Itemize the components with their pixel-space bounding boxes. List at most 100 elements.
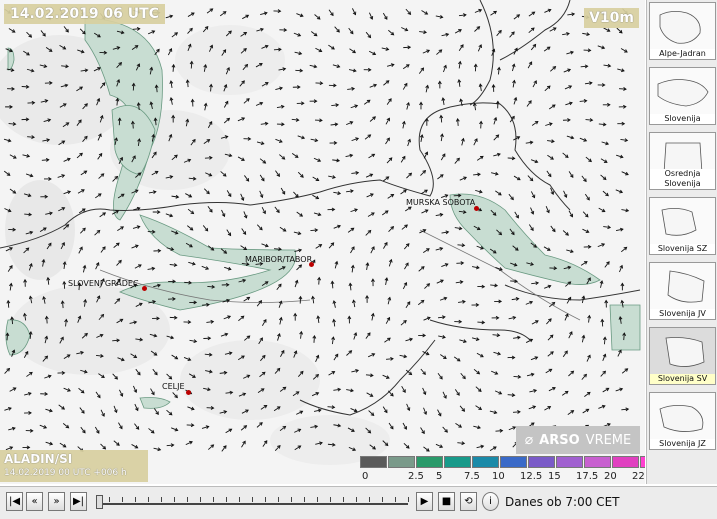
legend-label: 7.5 [464,471,480,482]
slider-tick [265,497,266,502]
legend-label: 10 [492,471,505,482]
legend-label: 5 [436,471,442,482]
fast-forward-icon[interactable]: » [48,492,65,511]
place-label: MURSKA SOBOTA [406,198,475,207]
legend-label: 12.5 [520,471,542,482]
status-text: Danes ob 7:00 CET [505,495,619,509]
legend-label: 20 [604,471,617,482]
slider-tick [382,497,383,502]
stop-icon[interactable]: ■ [438,492,455,511]
slider-tick [330,497,331,502]
slider-handle[interactable] [96,495,103,509]
skip-to-end-icon[interactable]: ▶| [70,492,87,511]
legend-swatch [640,456,645,468]
region-sidebar: Alpe-Jadran Slovenija Osrednja Slovenija Sl… [646,0,717,484]
legend-label: 15 [548,471,561,482]
weather-map: 14.02.2019 06 UTC V10m ALADIN/SI 14.02.2… [0,0,645,484]
city-marker [474,206,479,211]
legend-label: 22.5 [632,471,645,482]
region-thumbnail[interactable]: Slovenija JZ [649,392,716,450]
arso-logo: ⌀ ARSO VREME [516,426,640,454]
slider-track [96,503,408,505]
region-map-icon [652,5,714,49]
place-label: SLOVENJ GRADEC [68,279,139,288]
region-thumbnail-label: Slovenija JV [650,309,715,319]
slider-tick [135,497,136,502]
slider-tick [226,497,227,502]
slider-tick [304,497,305,502]
slider-tick [161,497,162,502]
region-thumbnail-label: Slovenija SV [650,374,715,384]
slider-tick [278,497,279,502]
legend-swatch [444,456,471,468]
legend-swatch [500,456,527,468]
brand-thin: VREME [586,433,632,448]
region-thumbnail[interactable]: Osrednja Slovenija [649,132,716,190]
place-label: MARIBOR/TABOR [245,255,312,264]
model-name: ALADIN/SI [4,452,144,466]
slider-tick [317,497,318,502]
legend-swatches [360,456,645,468]
slider-tick [291,497,292,502]
rewind-icon[interactable]: « [26,492,43,511]
region-thumbnail-label: Alpe-Jadran [650,49,715,59]
legend-label: 2.5 [408,471,424,482]
slider-tick [356,497,357,502]
slider-tick [239,497,240,502]
legend-swatch [556,456,583,468]
region-thumbnail-label: Slovenija [650,114,715,124]
city-marker [186,390,191,395]
slider-tick [200,497,201,502]
slider-tick [174,497,175,502]
play-icon[interactable]: ▶ [416,492,433,511]
slider-tick [213,497,214,502]
map-canvas [0,0,645,484]
region-map-icon [652,265,714,309]
legend-swatch [584,456,611,468]
region-map-icon [652,330,714,374]
region-thumbnail[interactable]: Slovenija SZ [649,197,716,255]
region-thumbnail[interactable]: Slovenija SV [649,327,716,385]
region-thumbnail[interactable]: Slovenija JV [649,262,716,320]
legend-swatch [528,456,555,468]
slider-tick [187,497,188,502]
region-thumbnail-label: Slovenija JZ [650,439,715,449]
region-map-icon [652,70,714,114]
region-thumbnail[interactable]: Alpe-Jadran [649,2,716,60]
slider-tick [252,497,253,502]
legend-swatch [360,456,387,468]
brand-bold: ARSO [539,433,580,448]
legend-swatch [472,456,499,468]
place-label: CELJE [162,382,185,391]
region-thumbnail-label: Osrednja Slovenija [650,169,715,189]
slider-tick [122,497,123,502]
time-slider[interactable] [96,495,408,509]
legend-swatch [388,456,415,468]
region-map-icon [652,200,714,244]
animation-controls: |◀ « » ▶| ▶ ■ ⟲ i Danes ob 7:00 CET [0,486,717,519]
satellite-dish-icon: ⌀ [525,432,533,448]
skip-to-start-icon[interactable]: |◀ [6,492,23,511]
region-thumbnail[interactable]: Slovenija [649,67,716,125]
wind-speed-legend: 02.557.51012.51517.52022.5 [360,456,645,468]
loop-icon[interactable]: ⟲ [460,492,477,511]
legend-swatch [416,456,443,468]
model-run: 14.02.2019 00 UTC +006 h [4,466,144,480]
info-icon[interactable]: i [482,492,499,511]
slider-tick [343,497,344,502]
region-map-icon [652,395,714,439]
legend-label: 17.5 [576,471,598,482]
region-thumbnail-label: Slovenija SZ [650,244,715,254]
slider-tick [109,497,110,502]
city-marker [142,286,147,291]
slider-tick [369,497,370,502]
model-info: ALADIN/SI 14.02.2019 00 UTC +006 h [0,450,148,482]
slider-tick [148,497,149,502]
legend-label: 0 [362,471,368,482]
slider-tick [395,497,396,502]
field-label: V10m [584,8,639,28]
slider-tick [408,497,409,502]
legend-swatch [612,456,639,468]
city-marker [309,262,314,267]
forecast-timestamp: 14.02.2019 06 UTC [4,4,165,24]
